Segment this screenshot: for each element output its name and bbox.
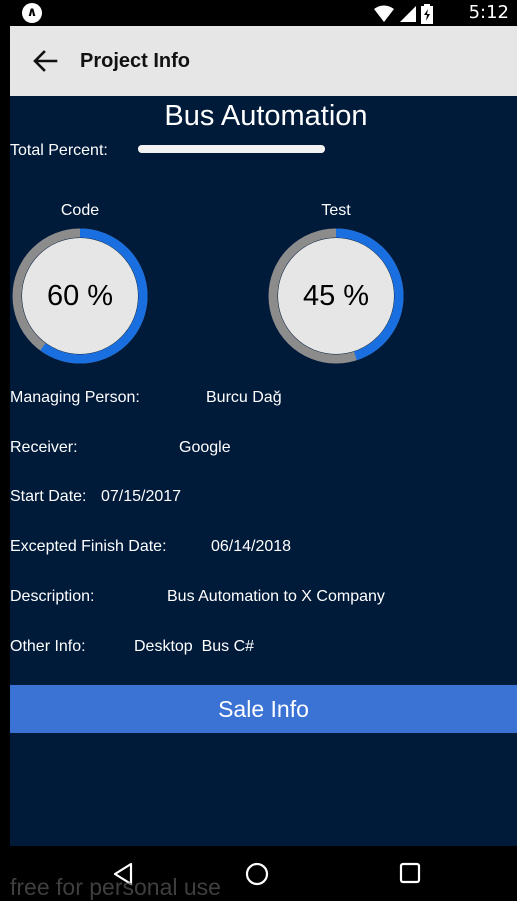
managing-person-label: Managing Person: — [10, 389, 140, 406]
receiver-label: Receiver: — [10, 439, 78, 456]
other-info-row: Other Info: Desktop Bus C# — [10, 638, 254, 656]
code-gauge: Code 60 % — [10, 202, 150, 366]
managing-person-row: Managing Person: Burcu Dağ — [10, 389, 282, 407]
battery-icon — [421, 4, 433, 24]
managing-person-value: Burcu Dağ — [206, 389, 282, 406]
total-percent-fill — [138, 145, 325, 153]
test-gauge-value: 45 % — [302, 280, 370, 312]
watermark: free for personal use — [10, 874, 221, 900]
start-date-label: Start Date: — [10, 488, 87, 505]
finish-date-label: Excepted Finish Date: — [10, 538, 167, 555]
test-gauge-label: Test — [321, 202, 351, 219]
code-gauge-value: 60 % — [46, 280, 114, 312]
description-label: Description: — [10, 588, 95, 605]
other-info-label: Other Info: — [10, 638, 86, 655]
signal-icon — [400, 6, 416, 22]
total-percent-bar — [138, 145, 325, 153]
home-nav-icon[interactable] — [245, 862, 269, 886]
status-time: 5:12 — [468, 2, 509, 23]
other-info-value: Desktop Bus C# — [134, 638, 255, 655]
start-date-value: 07/15/2017 — [101, 488, 182, 505]
description-row: Description: Bus Automation to X Company — [10, 588, 385, 606]
wifi-icon — [374, 5, 394, 22]
project-name: Bus Automation — [164, 100, 368, 132]
finish-date-row: Excepted Finish Date: 06/14/2018 — [10, 538, 291, 556]
back-arrow-icon[interactable] — [32, 48, 58, 74]
page-title: Project Info — [80, 50, 191, 72]
sale-info-button[interactable]: Sale Info — [10, 685, 517, 733]
finish-date-value: 06/14/2018 — [211, 538, 292, 555]
receiver-value: Google — [179, 439, 231, 456]
receiver-row: Receiver: Google — [10, 439, 231, 457]
test-gauge: Test 45 % — [266, 202, 406, 366]
status-bar: ∧ 5:12 — [0, 0, 517, 26]
status-icons — [373, 4, 433, 24]
app-bar: Project Info — [10, 26, 517, 96]
total-percent-label: Total Percent: — [10, 142, 108, 159]
code-gauge-label: Code — [60, 202, 100, 219]
app-logo-icon: ∧ — [22, 3, 42, 23]
project-info-panel: Bus Automation Total Percent: Code 60 % … — [10, 96, 517, 846]
description-value: Bus Automation to X Company — [167, 588, 385, 605]
recents-nav-icon[interactable] — [399, 862, 421, 884]
start-date-row: Start Date: 07/15/2017 — [10, 488, 181, 506]
